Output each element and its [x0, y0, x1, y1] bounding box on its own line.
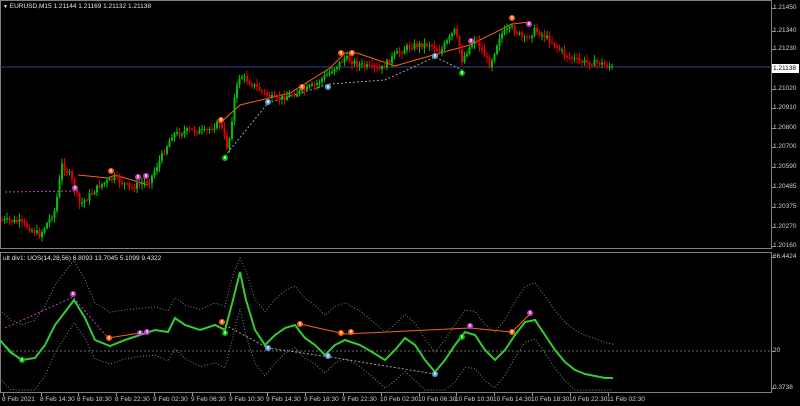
axis-tick	[772, 257, 775, 258]
time-axis-label: 10 Feb 14:30	[493, 396, 532, 403]
symbol-label: EURUSD,M15	[9, 3, 52, 10]
axis-tick	[532, 393, 533, 396]
bearish-divergence-arrow-icon-glyph	[350, 330, 352, 333]
bullish-divergence-arrow-icon-glyph	[267, 346, 269, 349]
time-axis-label: 10 Feb 22:30	[569, 396, 608, 403]
indicator-max-label: 66.4424	[773, 253, 797, 260]
bullish-divergence-arrow-icon-glyph	[327, 354, 329, 357]
uos-band-line	[0, 308, 613, 391]
axis-tick	[456, 393, 457, 396]
axis-tick	[772, 49, 775, 50]
indicator-min-label: 0.3738	[773, 384, 793, 391]
axis-tick	[381, 393, 382, 396]
time-axis-label: 9 Feb 22:30	[342, 396, 377, 403]
axis-tick	[772, 246, 775, 247]
axis-tick	[772, 89, 775, 90]
time-axis-label: 9 Feb 06:30	[191, 396, 226, 403]
indicator-axis[interactable]	[772, 252, 800, 393]
axis-tick	[116, 393, 117, 396]
axis-tick	[608, 393, 609, 396]
axis-tick	[772, 8, 775, 9]
axis-tick	[305, 393, 306, 396]
axis-tick	[772, 167, 775, 168]
axis-tick	[772, 227, 775, 228]
ohlc-values: 1.21144 1.21169 1.21132 1.21138	[53, 3, 151, 10]
axis-tick	[772, 31, 775, 32]
indicator-divergence-line	[344, 313, 531, 335]
bearish-divergence-arrow-icon-glyph	[529, 311, 531, 314]
time-axis-label: 10 Feb 18:30	[531, 396, 570, 403]
time-axis-label: 11 Feb 02:30	[607, 396, 645, 403]
axis-tick	[343, 393, 344, 396]
axis-tick	[78, 393, 79, 396]
time-axis-label: 10 Feb 10:30	[455, 396, 494, 403]
current-price-box: 1.21138	[772, 64, 799, 73]
time-axis-label: 10 Feb 02:30	[380, 396, 419, 403]
dropdown-arrow-icon[interactable]: ▼	[3, 4, 8, 10]
price-axis-label: 1.20485	[773, 183, 797, 190]
bearish-divergence-arrow-icon-glyph	[340, 331, 342, 334]
time-axis-label: 8 Feb 18:30	[77, 396, 112, 403]
time-axis-label: 9 Feb 18:30	[304, 396, 339, 403]
axis-tick	[772, 147, 775, 148]
bearish-divergence-arrow-icon-glyph	[511, 330, 513, 333]
axis-tick	[772, 128, 775, 129]
bullish-divergence-arrow-icon-glyph	[461, 335, 463, 338]
axis-tick	[772, 351, 775, 352]
bullish-divergence-arrow-icon-glyph	[224, 331, 226, 334]
time-axis-label: 8 Feb 14:30	[40, 396, 75, 403]
bearish-divergence-arrow-icon-glyph	[221, 320, 223, 323]
axis-tick	[419, 393, 420, 396]
bearish-divergence-arrow-icon-glyph	[72, 292, 74, 295]
price-axis-label: 1.20590	[773, 163, 797, 170]
bearish-divergence-arrow-icon-glyph	[146, 330, 148, 333]
time-axis-label: 9 Feb 10:30	[229, 396, 264, 403]
price-axis-label: 1.20910	[773, 104, 797, 111]
time-axis-label: 9 Feb 14:30	[266, 396, 301, 403]
price-axis-label: 1.21020	[773, 85, 797, 92]
axis-tick	[3, 393, 4, 396]
price-axis-label: 1.21450	[773, 4, 797, 11]
price-axis-label: 1.20800	[773, 124, 797, 131]
price-axis-label: 1.21230	[773, 45, 797, 52]
price-axis-label: 1.20375	[773, 203, 797, 210]
axis-tick	[772, 388, 775, 389]
axis-tick	[41, 393, 42, 396]
indicator-header: ult div1: UOS(14,28,56) 6.8093 13.7045 5…	[3, 255, 162, 262]
time-axis-label: 9 Feb 02:30	[153, 396, 188, 403]
axis-tick	[192, 393, 193, 396]
bearish-divergence-arrow-icon-glyph	[469, 324, 471, 327]
price-axis-label: 1.20160	[773, 242, 797, 249]
time-axis-label: 8 Feb 2021	[2, 396, 35, 403]
uos-bands	[0, 256, 614, 391]
uos-indicator-chart	[0, 256, 772, 391]
time-axis-label: 8 Feb 22:30	[115, 396, 150, 403]
chart-header: ▼ EURUSD,M15 1.21144 1.21169 1.21132 1.2…	[3, 3, 151, 10]
axis-tick	[570, 393, 571, 396]
axis-tick	[772, 187, 775, 188]
price-axis-label: 1.21340	[773, 27, 797, 34]
bullish-divergence-arrow-icon-glyph	[434, 372, 436, 375]
axis-tick	[772, 207, 775, 208]
bullish-divergence-arrow-icon-glyph	[21, 358, 23, 361]
indicator-divergence-line	[4, 296, 109, 339]
axis-tick	[494, 393, 495, 396]
bearish-divergence-arrow-icon-glyph	[108, 336, 110, 339]
time-axis-label: 10 Feb 06:30	[418, 396, 457, 403]
axis-tick	[267, 393, 268, 396]
axis-tick	[230, 393, 231, 396]
price-axis-label: 1.20700	[773, 143, 797, 150]
bearish-divergence-arrow-icon-glyph	[299, 322, 301, 325]
price-axis-label: 1.20270	[773, 223, 797, 230]
axis-tick	[154, 393, 155, 396]
axis-tick	[772, 108, 775, 109]
bearish-divergence-arrow-icon-glyph	[139, 331, 141, 334]
